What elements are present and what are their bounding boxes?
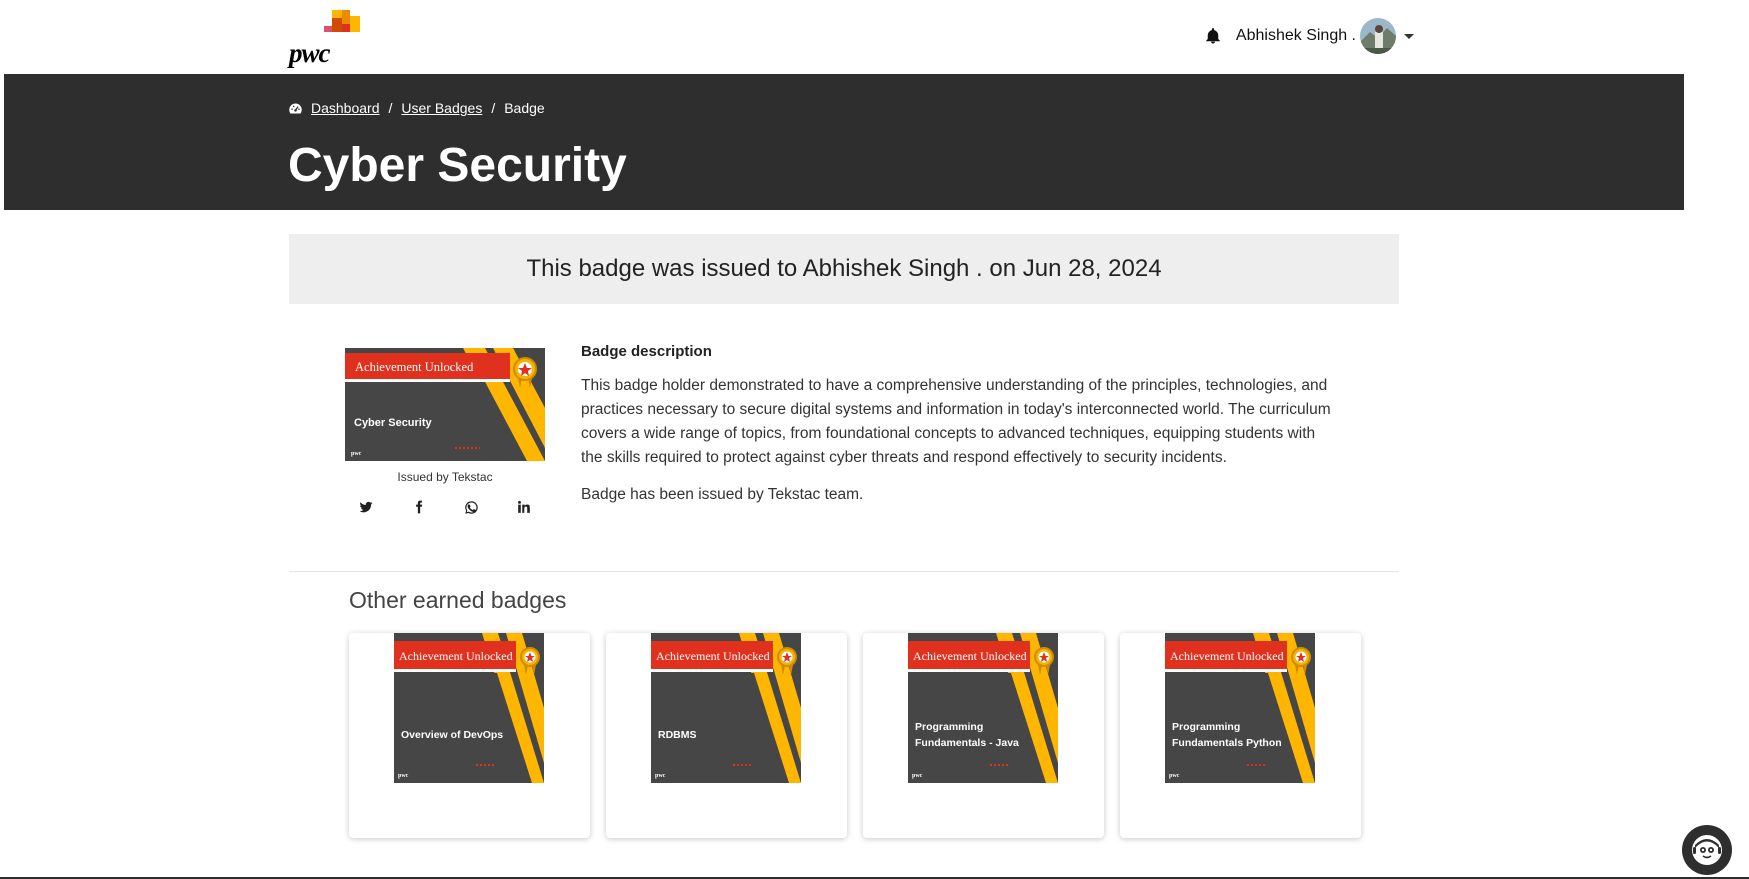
breadcrumb-current: Badge — [504, 100, 545, 116]
issuer-note: Badge has been issued by Tekstac team. — [581, 486, 864, 503]
section-divider — [289, 571, 1399, 572]
badge-ribbon-text: Achievement Unlocked — [355, 360, 474, 374]
card-mini-logo: pwc — [655, 773, 666, 779]
chevron-down-icon[interactable] — [1404, 33, 1414, 39]
card-title-line-2: Fundamentals - Java — [915, 737, 1019, 749]
description-heading: Badge description — [581, 343, 712, 360]
card-mini-logo: pwc — [398, 773, 409, 779]
badge-thumbnail[interactable]: Achievement Unlocked Overview of DevOps pw… — [394, 633, 544, 783]
whatsapp-icon[interactable] — [460, 496, 482, 518]
breadcrumb-user-badges[interactable]: User Badges — [401, 100, 482, 116]
page-title: Cyber Security — [288, 139, 627, 192]
card-ribbon-text: Achievement Unlocked — [1170, 649, 1284, 663]
chatbot-face-icon — [1692, 835, 1722, 865]
user-menu[interactable]: Abhishek Singh . — [1204, 18, 1414, 54]
badge-card[interactable]: Achievement Unlocked Programming Fundament… — [1120, 633, 1361, 838]
card-mini-logo: pwc — [1169, 773, 1180, 779]
badge-name-text: Cyber Security — [354, 417, 433, 429]
card-title-line-1: Overview of DevOps — [401, 729, 503, 741]
badge-card[interactable]: Achievement Unlocked RDBMS pwc — [606, 633, 847, 838]
card-ribbon-text: Achievement Unlocked — [913, 649, 1027, 663]
badge-image: Achievement Unlocked Cyber Security pwc — [345, 348, 545, 461]
page-header: Dashboard / User Badges / Badge Cyber Se… — [4, 74, 1684, 210]
badge-thumbnail[interactable]: Achievement Unlocked Programming Fundament… — [908, 633, 1058, 783]
badge-card[interactable]: Achievement Unlocked Overview of DevOps pw… — [349, 633, 590, 838]
badge-mini-logo: pwc — [351, 451, 362, 457]
card-title-line-1: Programming — [915, 721, 983, 733]
user-name[interactable]: Abhishek Singh . — [1236, 27, 1356, 45]
badge-thumbnail[interactable]: Achievement Unlocked Programming Fundament… — [1165, 633, 1315, 783]
card-title-line-2: Fundamentals Python — [1172, 737, 1282, 749]
breadcrumb: Dashboard / User Badges / Badge — [288, 100, 545, 116]
twitter-icon[interactable] — [355, 496, 377, 518]
facebook-icon[interactable] — [408, 496, 430, 518]
top-navbar: pwc Abhishek Singh . — [0, 0, 1749, 74]
linkedin-icon[interactable] — [513, 496, 535, 518]
breadcrumb-separator: / — [388, 100, 393, 116]
bell-icon[interactable] — [1204, 27, 1222, 45]
badge-card[interactable]: Achievement Unlocked Programming Fundament… — [863, 633, 1104, 838]
badge-thumbnail[interactable]: Achievement Unlocked RDBMS pwc — [651, 633, 801, 783]
other-badges-list: Achievement Unlocked Overview of DevOps pw… — [349, 633, 1361, 838]
card-title-line-1: RDBMS — [658, 729, 697, 741]
logo-text: pwc — [289, 38, 330, 68]
issued-banner: This badge was issued to Abhishek Singh … — [289, 234, 1399, 304]
badge-description: Badge description This badge holder demo… — [581, 343, 1331, 507]
avatar[interactable] — [1360, 18, 1396, 54]
description-text: This badge holder demonstrated to have a… — [581, 377, 1331, 466]
social-share-bar — [355, 496, 535, 518]
card-ribbon-text: Achievement Unlocked — [656, 649, 770, 663]
chat-assistant-button[interactable] — [1682, 825, 1732, 875]
other-badges-title: Other earned badges — [349, 587, 567, 613]
issued-by-text: Issued by Tekstac — [397, 470, 493, 484]
breadcrumb-dashboard[interactable]: Dashboard — [311, 100, 380, 116]
card-mini-logo: pwc — [912, 773, 923, 779]
dashboard-icon — [289, 103, 302, 113]
breadcrumb-separator: / — [491, 100, 496, 116]
card-title-line-1: Programming — [1172, 721, 1240, 733]
card-ribbon-text: Achievement Unlocked — [399, 649, 513, 663]
pwc-logo[interactable]: pwc — [288, 8, 368, 68]
